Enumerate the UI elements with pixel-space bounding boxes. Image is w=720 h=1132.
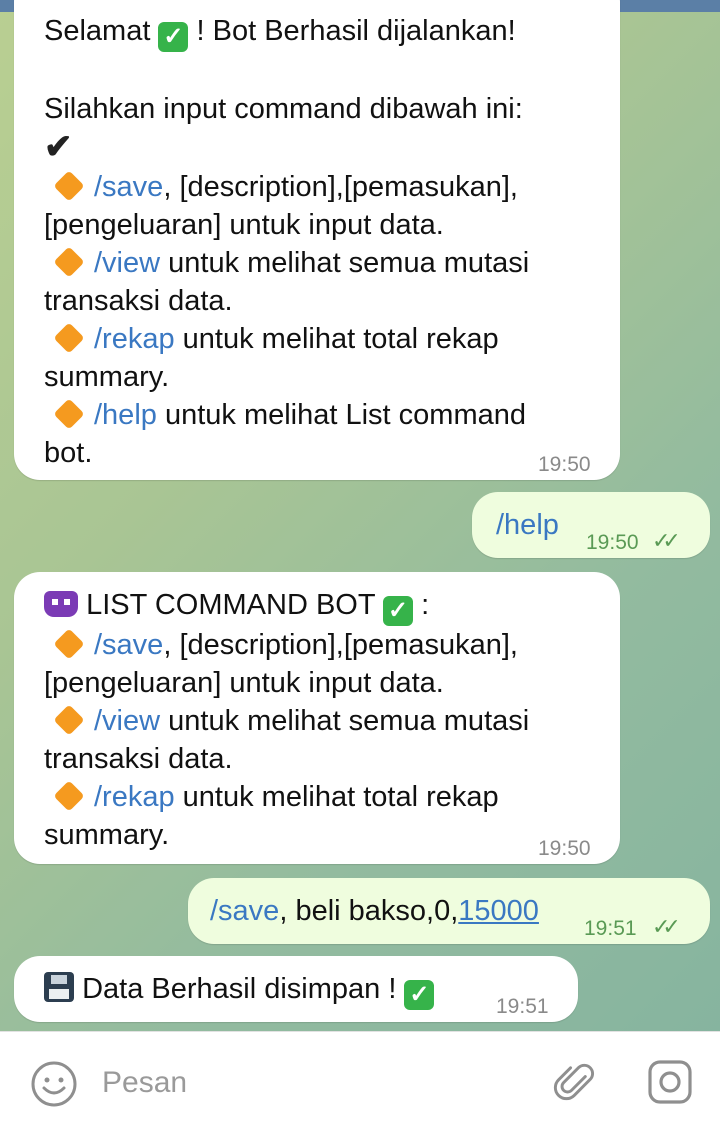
command-item: /view untuk melihat semua mutasi — [44, 702, 620, 740]
saved-text-line: Data Berhasil disimpan ! ✓ — [44, 972, 435, 1010]
orange-diamond-icon — [53, 704, 85, 736]
number-link[interactable]: 15000 — [458, 895, 539, 927]
orange-diamond-icon — [53, 170, 85, 202]
command-link[interactable]: /view — [94, 247, 160, 279]
smile-icon[interactable] — [30, 1060, 78, 1113]
command-link[interactable]: /help — [94, 399, 157, 431]
command-item: /help untuk melihat List command — [44, 396, 620, 434]
command-link[interactable]: /save — [94, 171, 163, 203]
command-item: /save, [description],[pemasukan], — [44, 626, 620, 664]
command-item: /rekap untuk melihat total rekap — [44, 320, 620, 358]
command-link[interactable]: /save — [210, 895, 279, 927]
message-time: 19:51 — [496, 995, 549, 1018]
check-mark-button-icon: ✓ — [383, 596, 414, 626]
command-item-cont: transaksi data. — [44, 743, 233, 775]
orange-diamond-icon — [53, 628, 85, 660]
double-check-icon: ✓✓ — [652, 528, 681, 553]
command-item: /save, [description],[pemasukan], — [44, 168, 620, 206]
floppy-disk-icon — [44, 972, 74, 1002]
double-check-icon: ✓✓ — [652, 914, 681, 939]
paperclip-icon[interactable] — [552, 1058, 600, 1111]
check-mark-button-icon: ✓ — [404, 980, 435, 1010]
message-save-command[interactable]: /save, beli bakso,0,15000 19:51 ✓✓ — [188, 878, 710, 944]
check-mark-button-icon: ✓ — [158, 22, 189, 52]
command-item-cont: transaksi data. — [44, 285, 233, 317]
list-title: LIST COMMAND BOT ✓ : — [44, 586, 620, 626]
message-time: 19:51 — [584, 917, 637, 940]
command-link[interactable]: /help — [496, 509, 559, 541]
message-help-command[interactable]: /help 19:50 ✓✓ — [472, 492, 710, 558]
message-input[interactable]: Pesan — [102, 1066, 187, 1100]
orange-diamond-icon — [53, 398, 85, 430]
chat-area[interactable]: Selamat ✓ ! Bot Berhasil dijalankan! Sil… — [0, 0, 720, 1031]
orange-diamond-icon — [53, 246, 85, 278]
heavy-check-icon: ✔ — [44, 128, 73, 166]
command-item-cont: summary. — [44, 819, 170, 851]
command-item: /rekap untuk melihat total rekap — [44, 778, 620, 816]
command-link[interactable]: /view — [94, 705, 160, 737]
command-item-cont: [pengeluaran] untuk input data. — [44, 667, 444, 699]
command-link[interactable]: /save — [94, 629, 163, 661]
orange-diamond-icon — [53, 780, 85, 812]
command-item-cont: bot. — [44, 437, 93, 469]
welcome-line-1: Selamat ✓ ! Bot Berhasil dijalankan! — [44, 15, 516, 52]
welcome-line-2: Silahkan input command dibawah ini: — [44, 93, 523, 125]
alien-monster-icon — [44, 591, 78, 617]
message-time: 19:50 — [538, 453, 591, 476]
save-command-text: /save, beli bakso,0,15000 — [210, 895, 539, 927]
message-data-saved[interactable]: Data Berhasil disimpan ! ✓ 19:51 — [14, 956, 578, 1022]
command-item: /view untuk melihat semua mutasi — [44, 244, 620, 282]
message-time: 19:50 — [538, 837, 591, 860]
orange-diamond-icon — [53, 322, 85, 354]
message-input-bar: Pesan — [0, 1031, 720, 1132]
message-time: 19:50 — [586, 531, 639, 554]
command-item-cont: [pengeluaran] untuk input data. — [44, 209, 444, 241]
message-list-command[interactable]: LIST COMMAND BOT ✓ : /save, [description… — [14, 572, 620, 864]
command-item-cont: summary. — [44, 361, 170, 393]
command-link[interactable]: /rekap — [94, 323, 175, 355]
message-welcome[interactable]: Selamat ✓ ! Bot Berhasil dijalankan! Sil… — [14, 0, 620, 480]
command-link[interactable]: /rekap — [94, 781, 175, 813]
camera-icon[interactable] — [646, 1058, 694, 1111]
